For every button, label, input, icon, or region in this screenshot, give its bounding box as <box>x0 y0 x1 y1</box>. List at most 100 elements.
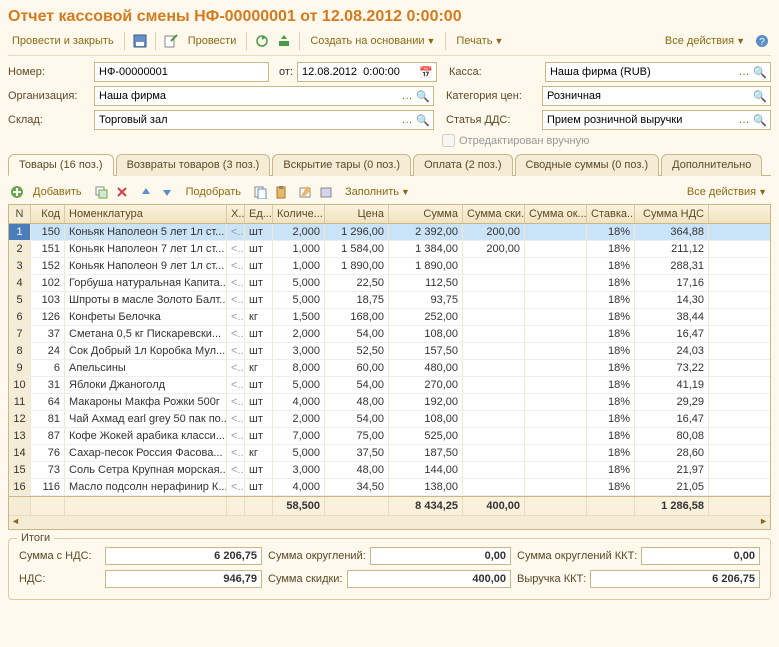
add-icon[interactable] <box>8 183 26 201</box>
date-input[interactable] <box>302 66 418 78</box>
col-rate[interactable]: Ставка... <box>587 205 635 223</box>
col-n[interactable]: N <box>9 205 31 223</box>
disc-value: 400,00 <box>347 570 511 588</box>
table-row[interactable]: 1476Сахар-песок Россия Фасова...<..кг5,0… <box>9 445 770 462</box>
create-based-button[interactable]: Создать на основании▼ <box>306 33 439 49</box>
sum-nds-value: 6 206,75 <box>105 547 262 565</box>
main-toolbar: Провести и закрыть Провести Создать на о… <box>8 32 771 56</box>
horizontal-scrollbar[interactable] <box>9 515 770 529</box>
submit-close-button[interactable]: Провести и закрыть <box>8 33 118 49</box>
export-icon[interactable] <box>275 32 293 50</box>
calendar-icon[interactable]: 📅 <box>418 66 434 79</box>
print-button[interactable]: Печать▼ <box>452 33 507 49</box>
tabs: Товары (16 поз.)Возвраты товаров (3 поз.… <box>8 153 771 176</box>
select-button[interactable]: Подобрать <box>182 184 245 200</box>
move-down-icon[interactable] <box>158 183 176 201</box>
page-title: Отчет кассовой смены НФ-00000001 от 12.0… <box>8 8 771 26</box>
table-row[interactable]: 3152Коньяк Наполеон 9 лет 1л ст...<..шт1… <box>9 258 770 275</box>
table-row[interactable]: 96Апельсины<..кг8,00060,00480,0018%73,22 <box>9 360 770 377</box>
table-row[interactable]: 2151Коньяк Наполеон 7 лет 1л ст...<..шт1… <box>9 241 770 258</box>
col-price[interactable]: Цена <box>325 205 389 223</box>
grid-toolbar: Добавить Подобрать Заполнить▼ Все действ… <box>8 180 771 204</box>
manual-checkbox[interactable] <box>442 134 455 147</box>
number-input[interactable] <box>99 66 266 78</box>
table-row[interactable]: 1164Макароны Макфа Рожки 500г<..шт4,0004… <box>9 394 770 411</box>
col-nds[interactable]: Сумма НДС <box>635 205 709 223</box>
col-ed[interactable]: Ед... <box>245 205 273 223</box>
kassa-label: Касса: <box>449 66 541 78</box>
sklad-input[interactable] <box>99 114 399 126</box>
tab-2[interactable]: Вскрытие тары (0 поз.) <box>272 154 411 176</box>
org-label: Организация: <box>8 90 90 102</box>
org-input[interactable] <box>99 90 399 102</box>
search-icon[interactable]: 🔍 <box>415 114 431 127</box>
table-row[interactable]: 5103Шпроты в масле Золото Балт...<..шт5,… <box>9 292 770 309</box>
grid-all-actions-button[interactable]: Все действия▼ <box>683 184 771 200</box>
nds-value: 946,79 <box>105 570 262 588</box>
col-sum[interactable]: Сумма <box>389 205 463 223</box>
table-row[interactable]: 16116Масло подсолн нерафинир К...<..шт4,… <box>9 479 770 496</box>
kkt-round-value: 0,00 <box>641 547 760 565</box>
table-row[interactable]: 1031Яблоки Джаноголд<..шт5,00054,00270,0… <box>9 377 770 394</box>
manual-label: Отредактирован вручную <box>459 135 589 147</box>
col-nom[interactable]: Номенклатура <box>65 205 227 223</box>
search-icon[interactable]: 🔍 <box>752 90 768 103</box>
foot-sum: 8 434,25 <box>389 497 463 515</box>
select-icon[interactable]: … <box>399 90 415 102</box>
table-row[interactable]: 4102Горбуша натуральная Капита...<..шт5,… <box>9 275 770 292</box>
dds-input[interactable] <box>547 114 736 126</box>
totals-legend: Итоги <box>17 532 54 544</box>
table-row[interactable]: 737Сметана 0,5 кг Пискаревски...<..шт2,0… <box>9 326 770 343</box>
delete-row-icon[interactable] <box>113 183 131 201</box>
save-icon[interactable] <box>131 32 149 50</box>
table-row[interactable]: 1150Коньяк Наполеон 5 лет 1л ст...<..шт2… <box>9 224 770 241</box>
dds-label: Статья ДДС: <box>446 114 538 126</box>
table-row[interactable]: 1281Чай Ахмад earl grey 50 пак по...<..ш… <box>9 411 770 428</box>
tab-3[interactable]: Оплата (2 поз.) <box>413 154 512 176</box>
settings-icon[interactable] <box>317 183 335 201</box>
tab-5[interactable]: Дополнительно <box>661 154 762 176</box>
add-button[interactable]: Добавить <box>29 184 86 200</box>
search-icon[interactable]: 🔍 <box>415 90 431 103</box>
select-icon[interactable]: … <box>399 114 415 126</box>
fill-button[interactable]: Заполнить▼ <box>341 184 414 200</box>
col-ok[interactable]: Сумма ок... <box>525 205 587 223</box>
from-label: от: <box>279 66 293 78</box>
search-icon[interactable]: 🔍 <box>752 114 768 127</box>
col-disc[interactable]: Сумма ски... <box>463 205 525 223</box>
col-kod[interactable]: Код <box>31 205 65 223</box>
round-value: 0,00 <box>370 547 511 565</box>
tab-4[interactable]: Сводные суммы (0 поз.) <box>515 154 660 176</box>
search-icon[interactable]: 🔍 <box>752 66 768 79</box>
cat-input[interactable] <box>547 90 752 102</box>
copy-row-icon[interactable] <box>92 183 110 201</box>
foot-nds: 1 286,58 <box>635 497 709 515</box>
tab-0[interactable]: Товары (16 поз.) <box>8 154 114 176</box>
kassa-input[interactable] <box>550 66 736 78</box>
totals-fieldset: Итоги Сумма с НДС:6 206,75 Сумма округле… <box>8 538 771 600</box>
copy-icon[interactable] <box>251 183 269 201</box>
table-row[interactable]: 824Сок Добрый 1л Коробка Мул...<..шт3,00… <box>9 343 770 360</box>
table-row[interactable]: 1387Кофе Жокей арабика класси...<..шт7,0… <box>9 428 770 445</box>
col-h[interactable]: Х... <box>227 205 245 223</box>
post-icon[interactable] <box>162 32 180 50</box>
sklad-label: Склад: <box>8 114 90 126</box>
move-up-icon[interactable] <box>137 183 155 201</box>
select-icon[interactable]: … <box>736 114 752 126</box>
nds-label: НДС: <box>19 573 101 585</box>
all-actions-button[interactable]: Все действия▼ <box>661 33 749 49</box>
help-icon[interactable]: ? <box>753 32 771 50</box>
refresh-icon[interactable] <box>253 32 271 50</box>
foot-qty: 58,500 <box>273 497 325 515</box>
edit-icon[interactable] <box>296 183 314 201</box>
col-qty[interactable]: Количе... <box>273 205 325 223</box>
table-row[interactable]: 6126Конфеты Белочка<..кг1,500168,00252,0… <box>9 309 770 326</box>
table-row[interactable]: 1573Соль Сетра Крупная морская...<..шт3,… <box>9 462 770 479</box>
tab-1[interactable]: Возвраты товаров (3 поз.) <box>116 154 271 176</box>
paste-icon[interactable] <box>272 183 290 201</box>
post-button[interactable]: Провести <box>184 33 241 49</box>
foot-disc: 400,00 <box>463 497 525 515</box>
kkt-value: 6 206,75 <box>590 570 760 588</box>
select-icon[interactable]: … <box>736 66 752 78</box>
grid-header: N Код Номенклатура Х... Ед... Количе... … <box>9 205 770 224</box>
